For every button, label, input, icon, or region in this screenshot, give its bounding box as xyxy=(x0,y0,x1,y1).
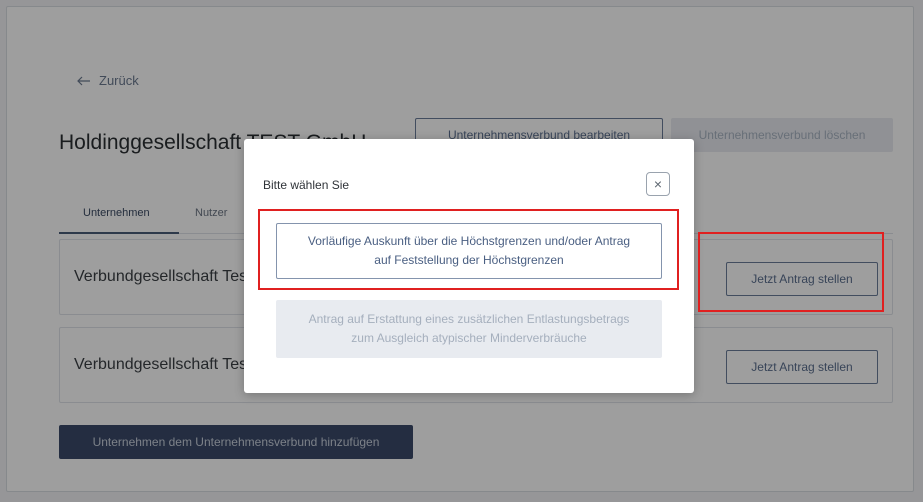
selection-dialog: Bitte wählen Sie × Vorläufige Auskunft ü… xyxy=(244,139,694,393)
close-icon[interactable]: × xyxy=(646,172,670,196)
dialog-title: Bitte wählen Sie xyxy=(263,178,350,192)
preliminary-information-option[interactable]: Vorläufige Auskunft über die Höchstgrenz… xyxy=(276,223,662,279)
refund-application-option: Antrag auf Erstattung eines zusätzlichen… xyxy=(276,300,662,358)
